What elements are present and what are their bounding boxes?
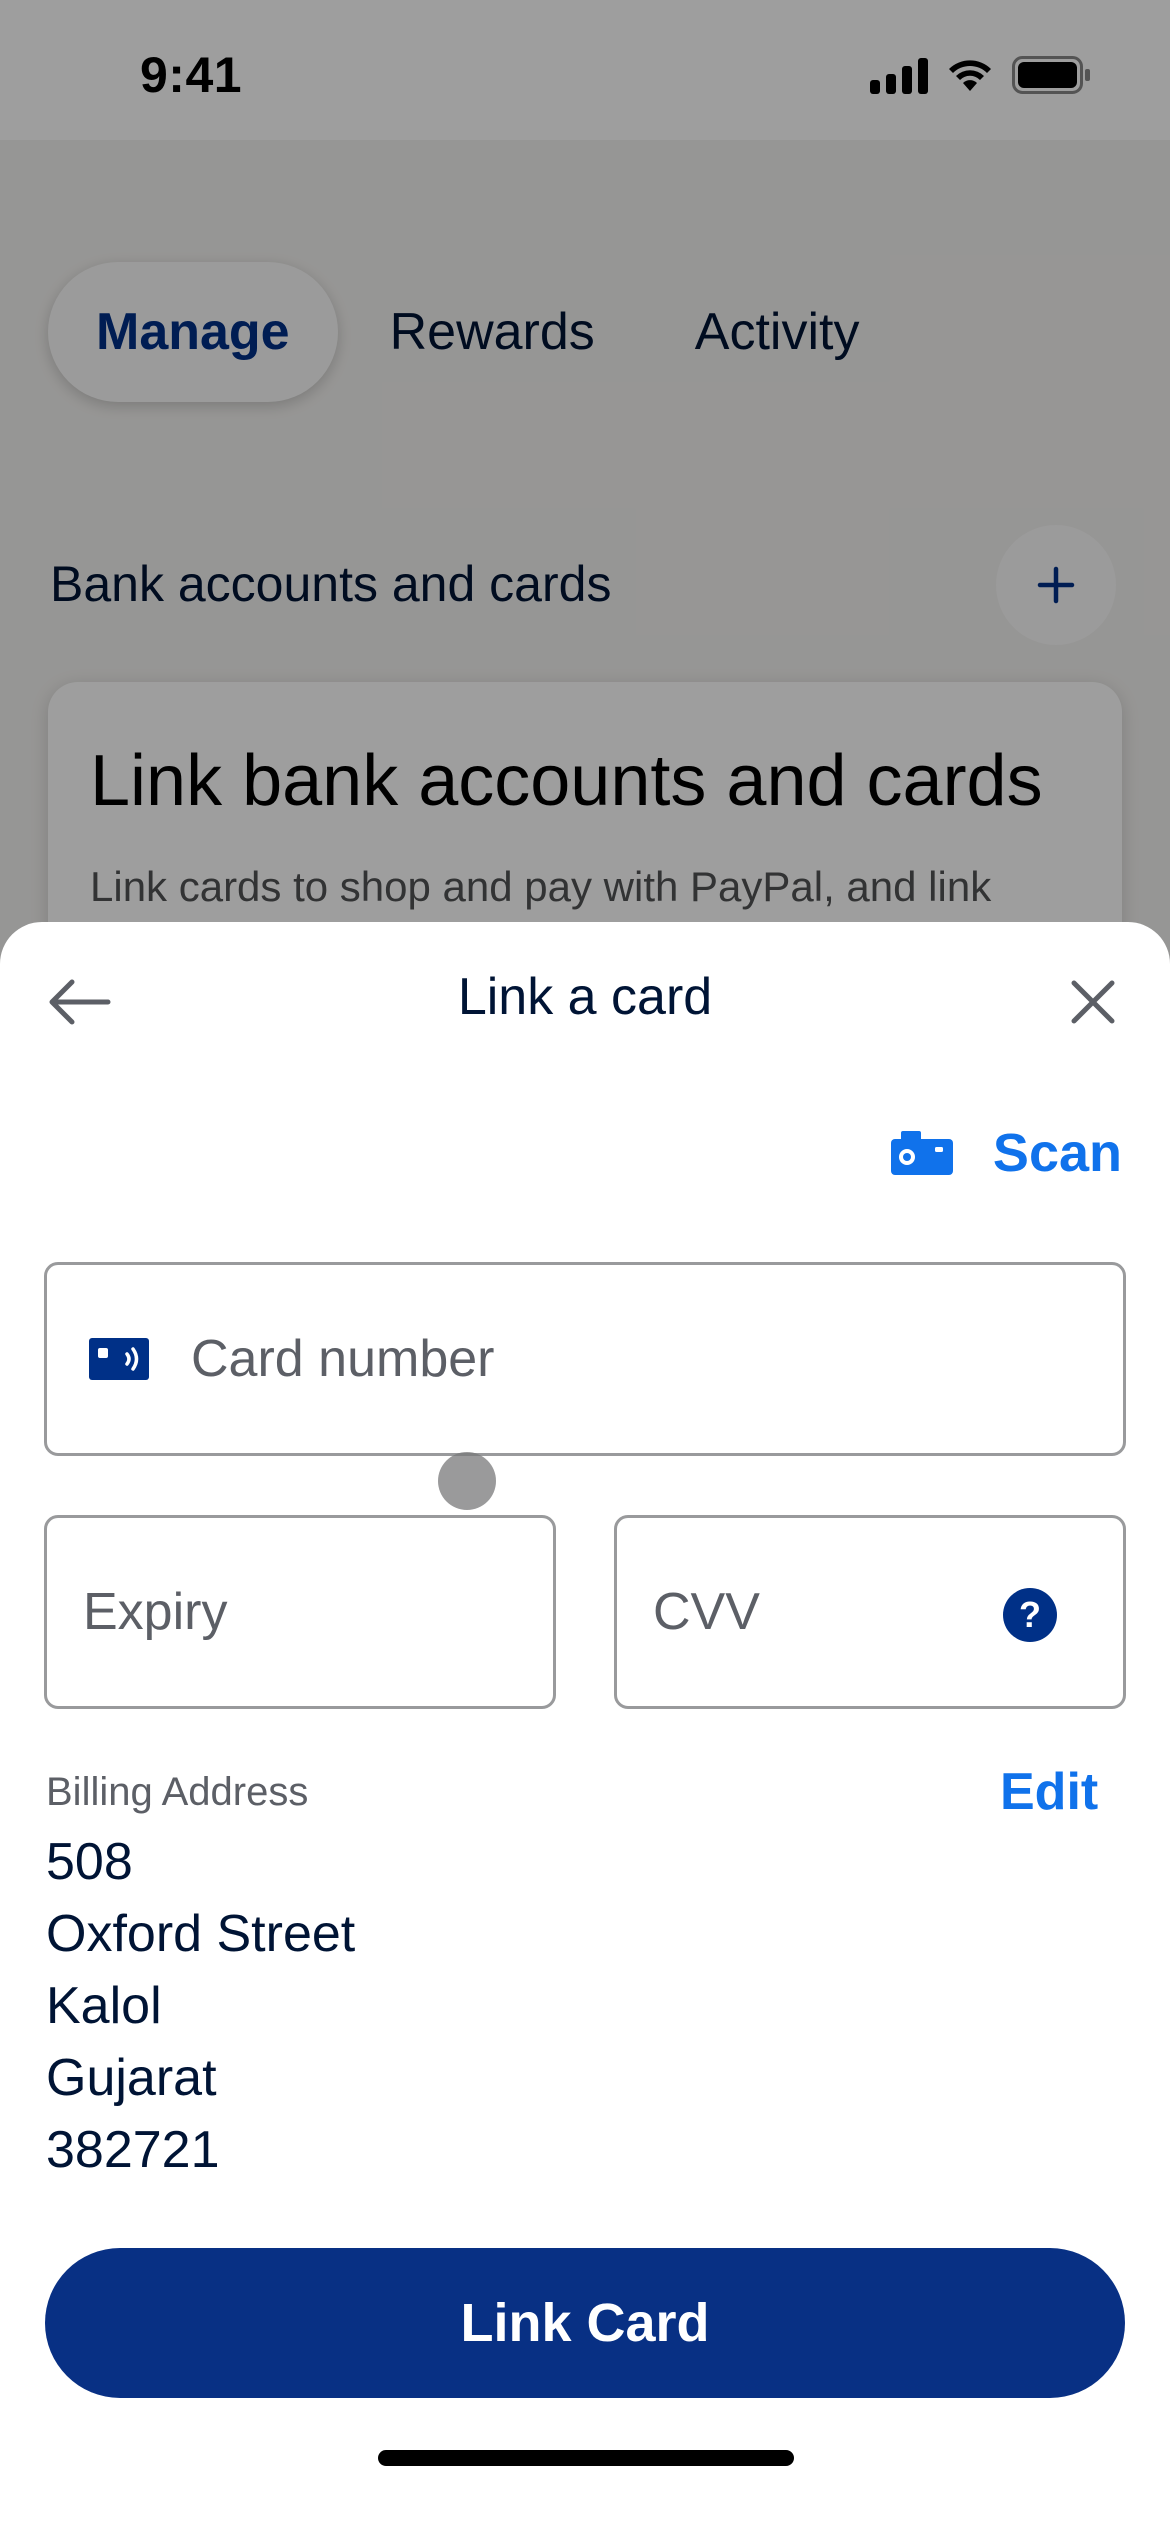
touch-indicator <box>438 1452 496 1510</box>
cvv-field[interactable]: ? <box>614 1515 1126 1709</box>
address-line: Gujarat <box>46 2049 217 2107</box>
cvv-input[interactable] <box>617 1518 997 1706</box>
card-icon <box>89 1338 149 1380</box>
close-icon <box>1071 980 1115 1024</box>
card-number-field[interactable] <box>44 1262 1126 1456</box>
expiry-field[interactable] <box>44 1515 556 1709</box>
link-card-sheet: Link a card Scan ? Billing Address <box>0 922 1170 2532</box>
billing-address-label: Billing Address <box>46 1770 309 1814</box>
scan-card-button[interactable]: Scan <box>890 1122 1122 1184</box>
close-button[interactable] <box>1055 964 1131 1040</box>
address-line: 382721 <box>46 2121 220 2179</box>
question-icon[interactable]: ? <box>1003 1588 1057 1642</box>
scan-label: Scan <box>992 1123 1122 1183</box>
address-line: 508 <box>46 1833 133 1891</box>
sheet-title: Link a card <box>457 968 713 1026</box>
address-line: Kalol <box>46 1977 162 2035</box>
home-indicator[interactable] <box>378 2450 794 2466</box>
card-number-input[interactable] <box>191 1265 1051 1453</box>
link-card-button[interactable]: Link Card <box>45 2248 1125 2398</box>
edit-address-link[interactable]: Edit <box>1000 1762 1098 1822</box>
billing-address: 508 Oxford Street Kalol Gujarat 382721 <box>46 1826 355 2186</box>
expiry-input[interactable] <box>47 1518 553 1706</box>
address-line: Oxford Street <box>46 1905 356 1963</box>
camera-icon <box>890 1131 953 1175</box>
